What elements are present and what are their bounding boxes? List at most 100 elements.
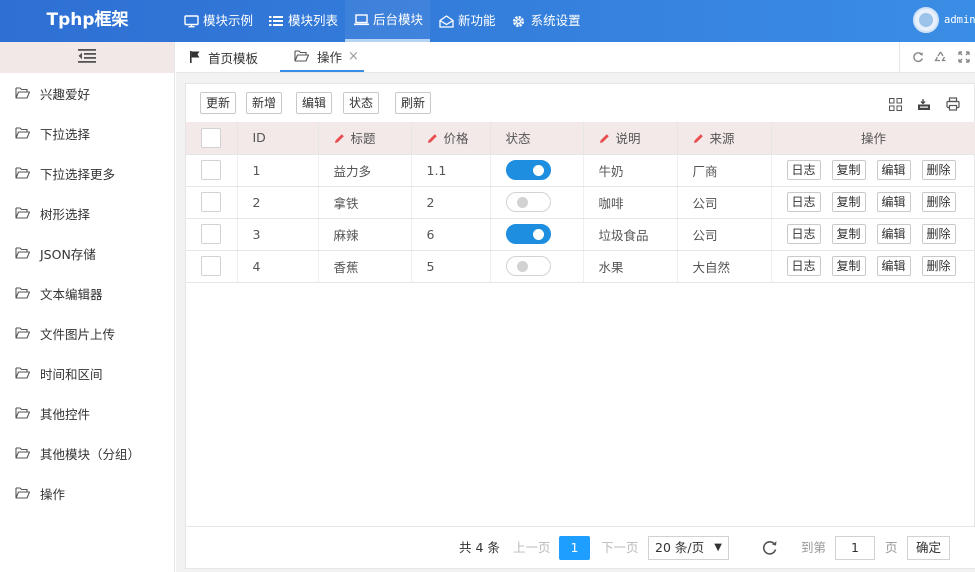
delete-button[interactable]: 删除 xyxy=(921,256,956,276)
sidebar-item-dropdown[interactable]: 下拉选择 xyxy=(0,113,174,153)
status-toggle[interactable] xyxy=(505,256,551,276)
page-size-select[interactable]: 20 条/页 ▼ xyxy=(648,536,729,560)
update-button[interactable]: 更新 xyxy=(200,92,237,114)
cell-source[interactable]: 大自然 xyxy=(677,250,772,283)
column-header-source[interactable]: 来源 xyxy=(677,122,772,155)
nav-item-module-list[interactable]: 模块列表 xyxy=(260,0,345,42)
column-header-description[interactable]: 说明 xyxy=(583,122,678,155)
delete-button[interactable]: 删除 xyxy=(921,224,956,244)
refresh-icon[interactable] xyxy=(761,539,778,563)
nav-item-new-features[interactable]: 新功能 xyxy=(430,0,503,42)
select-all-checkbox[interactable] xyxy=(201,127,222,148)
page-1-button[interactable]: 1 xyxy=(559,536,590,560)
refresh-button[interactable]: 刷新 xyxy=(395,92,432,114)
log-button[interactable]: 日志 xyxy=(786,192,821,212)
table-row[interactable]: 2 拿铁 2 咖啡 公司 日志 复制 编辑 删除 xyxy=(186,186,975,219)
cell-title[interactable]: 拿铁 xyxy=(318,186,412,219)
prev-page-button[interactable]: 上一页 xyxy=(513,536,551,560)
log-button[interactable]: 日志 xyxy=(786,256,821,276)
row-checkbox[interactable] xyxy=(201,256,222,276)
cell-title[interactable]: 益力多 xyxy=(318,154,412,187)
cell-price[interactable]: 1.1 xyxy=(411,154,491,187)
copy-button[interactable]: 复制 xyxy=(831,192,866,212)
refresh-icon[interactable] xyxy=(906,51,929,63)
status-button[interactable]: 状态 xyxy=(343,92,380,114)
tab-home-template[interactable]: 首页模板 xyxy=(190,42,258,72)
cell-description[interactable]: 水果 xyxy=(583,250,678,283)
username[interactable]: admin xyxy=(944,14,975,26)
fullscreen-icon[interactable] xyxy=(952,51,975,63)
log-button[interactable]: 日志 xyxy=(786,160,821,180)
next-page-button[interactable]: 下一页 xyxy=(601,536,639,560)
print-icon[interactable] xyxy=(944,95,962,113)
table-row[interactable]: 4 香蕉 5 水果 大自然 日志 复制 编辑 删除 xyxy=(186,250,975,283)
delete-button[interactable]: 删除 xyxy=(921,192,956,212)
top-header: Tphp框架 模块示例 模块列表 后台模块 新功能 系统设置 admin xyxy=(0,0,975,42)
sidebar-item-hobbies[interactable]: 兴趣爱好 xyxy=(0,73,174,113)
pencil-icon xyxy=(693,132,704,147)
sidebar-item-label: 其他模块（分组） xyxy=(40,446,141,462)
cell-price[interactable]: 5 xyxy=(411,250,491,283)
edit-button[interactable]: 编辑 xyxy=(296,92,333,114)
close-icon[interactable]: × xyxy=(348,49,359,64)
cell-title[interactable]: 麻辣 xyxy=(318,218,412,251)
sidebar-item-dropdown-more[interactable]: 下拉选择更多 xyxy=(0,153,174,193)
nav-item-module-examples[interactable]: 模块示例 xyxy=(175,0,260,42)
copy-button[interactable]: 复制 xyxy=(831,224,866,244)
delete-button[interactable]: 删除 xyxy=(921,160,956,180)
status-toggle[interactable] xyxy=(505,224,551,244)
sidebar-item-json-storage[interactable]: JSON存储 xyxy=(0,233,174,273)
status-toggle[interactable] xyxy=(505,160,551,180)
column-header-id[interactable]: ID xyxy=(237,122,319,155)
cell-source[interactable]: 公司 xyxy=(677,186,772,219)
sidebar-toggle-button[interactable] xyxy=(0,42,174,73)
cell-title[interactable]: 香蕉 xyxy=(318,250,412,283)
copy-button[interactable]: 复制 xyxy=(831,160,866,180)
log-button[interactable]: 日志 xyxy=(786,224,821,244)
cell-price[interactable]: 2 xyxy=(411,186,491,219)
row-checkbox[interactable] xyxy=(201,192,222,212)
goto-page-input[interactable]: 1 xyxy=(835,536,875,560)
recycle-icon[interactable] xyxy=(929,51,952,63)
nav-item-admin-modules[interactable]: 后台模块 xyxy=(345,0,431,42)
cell-description[interactable]: 垃圾食品 xyxy=(583,218,678,251)
row-checkbox[interactable] xyxy=(201,224,222,244)
add-button[interactable]: 新增 xyxy=(246,92,283,114)
column-header-price[interactable]: 价格 xyxy=(411,122,491,155)
app-logo[interactable]: Tphp框架 xyxy=(0,0,175,42)
cell-source[interactable]: 公司 xyxy=(677,218,772,251)
cell-description[interactable]: 牛奶 xyxy=(583,154,678,187)
cell-source[interactable]: 厂商 xyxy=(677,154,772,187)
sidebar-item-other-modules[interactable]: 其他模块（分组） xyxy=(0,433,174,473)
column-header-title[interactable]: 标题 xyxy=(318,122,412,155)
sidebar-item-operations[interactable]: 操作 xyxy=(0,473,174,513)
row-checkbox[interactable] xyxy=(201,160,222,180)
columns-icon[interactable] xyxy=(886,95,904,113)
sidebar-item-time-range[interactable]: 时间和区间 xyxy=(0,353,174,393)
avatar[interactable] xyxy=(913,7,939,33)
table-row[interactable]: 3 麻辣 6 垃圾食品 公司 日志 复制 编辑 删除 xyxy=(186,218,975,251)
nav-item-system-settings[interactable]: 系统设置 xyxy=(503,0,588,42)
row-select-cell xyxy=(186,250,238,283)
status-toggle[interactable] xyxy=(505,192,551,212)
copy-button[interactable]: 复制 xyxy=(831,256,866,276)
tab-label: 操作 xyxy=(317,49,343,65)
user-menu[interactable]: admin xyxy=(913,7,975,33)
sidebar-item-tree-select[interactable]: 树形选择 xyxy=(0,193,174,233)
edit-row-button[interactable]: 编辑 xyxy=(876,160,911,180)
export-icon[interactable] xyxy=(915,95,933,113)
table-row[interactable]: 1 益力多 1.1 牛奶 厂商 日志 复制 编辑 删除 xyxy=(186,154,975,187)
cell-price[interactable]: 6 xyxy=(411,218,491,251)
edit-row-button[interactable]: 编辑 xyxy=(876,256,911,276)
edit-row-button[interactable]: 编辑 xyxy=(876,224,911,244)
column-header-status[interactable]: 状态 xyxy=(490,122,584,155)
sidebar-item-other-controls[interactable]: 其他控件 xyxy=(0,393,174,433)
folder-open-icon xyxy=(15,247,31,259)
cell-description[interactable]: 咖啡 xyxy=(583,186,678,219)
sidebar-item-text-editor[interactable]: 文本编辑器 xyxy=(0,273,174,313)
cell-actions: 日志 复制 编辑 删除 xyxy=(771,154,975,187)
edit-row-button[interactable]: 编辑 xyxy=(876,192,911,212)
confirm-button[interactable]: 确定 xyxy=(907,536,951,560)
tab-operations[interactable]: 操作 × xyxy=(280,42,364,72)
sidebar-item-file-upload[interactable]: 文件图片上传 xyxy=(0,313,174,353)
